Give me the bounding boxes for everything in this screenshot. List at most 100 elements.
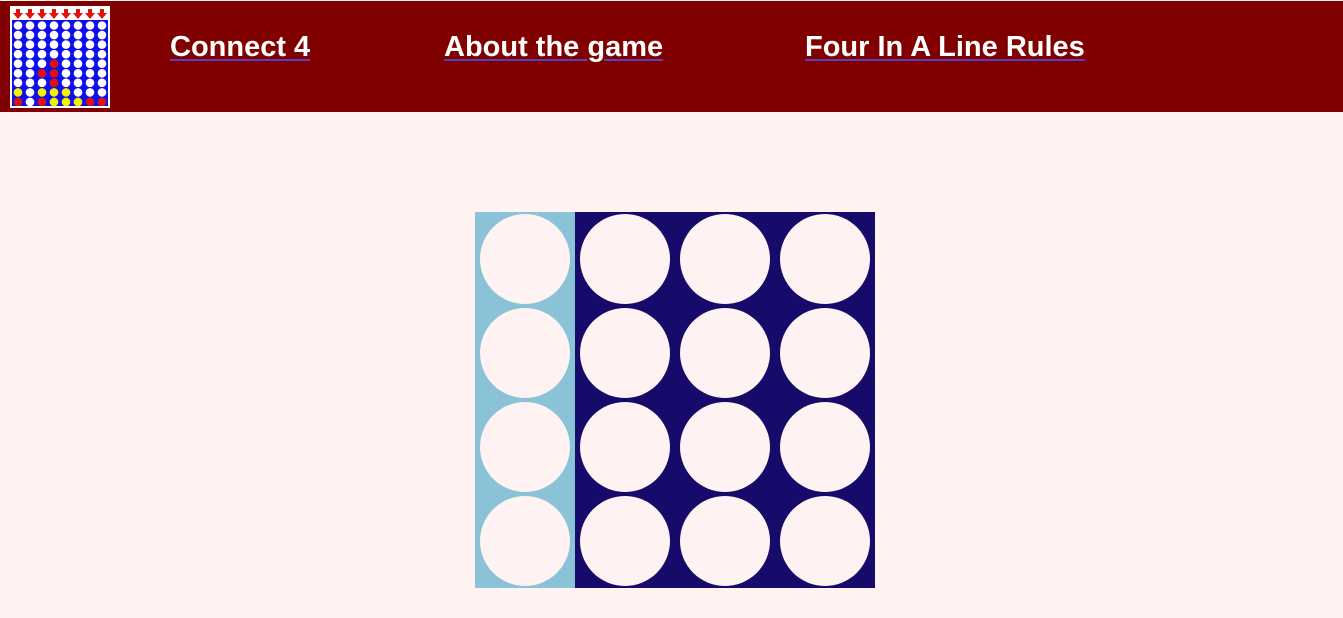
logo-disc [97,68,107,78]
logo-disc [61,68,71,78]
board-cell [475,494,575,588]
logo-disc [85,88,95,97]
logo-disc [49,88,59,97]
board-slot [580,402,670,492]
logo-disc [37,78,47,88]
board-cell [775,400,875,494]
logo-disc [37,97,47,106]
logo-disc [13,78,23,88]
logo-disc [25,49,35,59]
logo-disc [97,21,107,30]
nav-link-connect-4[interactable]: Connect 4 [170,31,310,64]
logo-disc [13,88,23,97]
logo-disc [61,59,71,69]
logo-drop-arrow [73,9,83,19]
logo-disc [37,21,47,30]
logo-disc [61,78,71,88]
board-cell [575,494,675,588]
logo-disc [49,97,59,106]
connect-four-board-icon[interactable] [10,6,110,108]
logo-disc [73,78,83,88]
board-cell [575,400,675,494]
logo-disc [85,68,95,78]
logo-disc [49,68,59,78]
logo-disc [73,30,83,40]
logo-disc [49,30,59,40]
board-column-3[interactable] [675,212,775,588]
logo-disc [61,49,71,59]
board-slot [580,496,670,586]
board-cell [675,212,775,306]
logo-disc [49,49,59,59]
logo-disc [25,30,35,40]
board-slot [480,496,570,586]
logo-disc [37,40,47,49]
board-slot [780,496,870,586]
logo-disc [37,49,47,59]
board-slot [480,308,570,398]
logo-disc [37,59,47,69]
logo-disc [85,40,95,49]
logo-disc [73,40,83,49]
logo-drop-arrow [61,9,71,19]
board-cell [475,400,575,494]
logo-drop-arrow [13,9,23,19]
logo-disc [13,97,23,106]
board-cell [475,212,575,306]
board-column-2[interactable] [575,212,675,588]
logo-disc [25,59,35,69]
logo-disc [49,40,59,49]
logo-disc [13,40,23,49]
logo-disc [73,21,83,30]
board-column-4[interactable] [775,212,875,588]
nav-link-about-the-game[interactable]: About the game [444,31,663,64]
logo-disc [13,49,23,59]
logo-disc [13,30,23,40]
logo-disc [13,21,23,30]
logo-disc [37,88,47,97]
logo-disc [97,59,107,69]
board-slot [780,214,870,304]
logo-drop-arrow [49,9,59,19]
board-cell [775,306,875,400]
logo-graphic [12,9,108,106]
board-cell [675,400,775,494]
logo-disc [85,97,95,106]
board-slot [580,308,670,398]
logo-disc [97,88,107,97]
logo-disc [85,21,95,30]
logo-disc [97,78,107,88]
logo-disc [85,30,95,40]
board-column-1[interactable] [475,212,575,588]
logo-disc [73,59,83,69]
logo-disc [97,97,107,106]
board-slot [780,402,870,492]
logo-disc [25,21,35,30]
logo-disc [25,78,35,88]
board-cell [775,494,875,588]
logo-disc [49,21,59,30]
board-cell [475,306,575,400]
top-navigation-bar: Connect 4 About the game Four In A Line … [0,1,1343,112]
board-cell [675,494,775,588]
logo-drop-arrow [37,9,47,19]
logo-disc [61,30,71,40]
nav-link-four-in-a-line-rules[interactable]: Four In A Line Rules [805,31,1085,64]
logo-disc [37,30,47,40]
logo-disc [97,40,107,49]
logo-disc [73,68,83,78]
logo-disc [49,78,59,88]
board-slot [680,214,770,304]
logo-disc [37,68,47,78]
logo-disc [73,88,83,97]
board-slot [480,402,570,492]
logo-drop-arrow [97,9,107,19]
logo-disc [61,97,71,106]
logo-disc [85,49,95,59]
logo-disc [49,59,59,69]
board-cell [675,306,775,400]
board-slot [580,214,670,304]
logo-drop-arrow [25,9,35,19]
logo-disc [25,97,35,106]
board-slot [680,308,770,398]
